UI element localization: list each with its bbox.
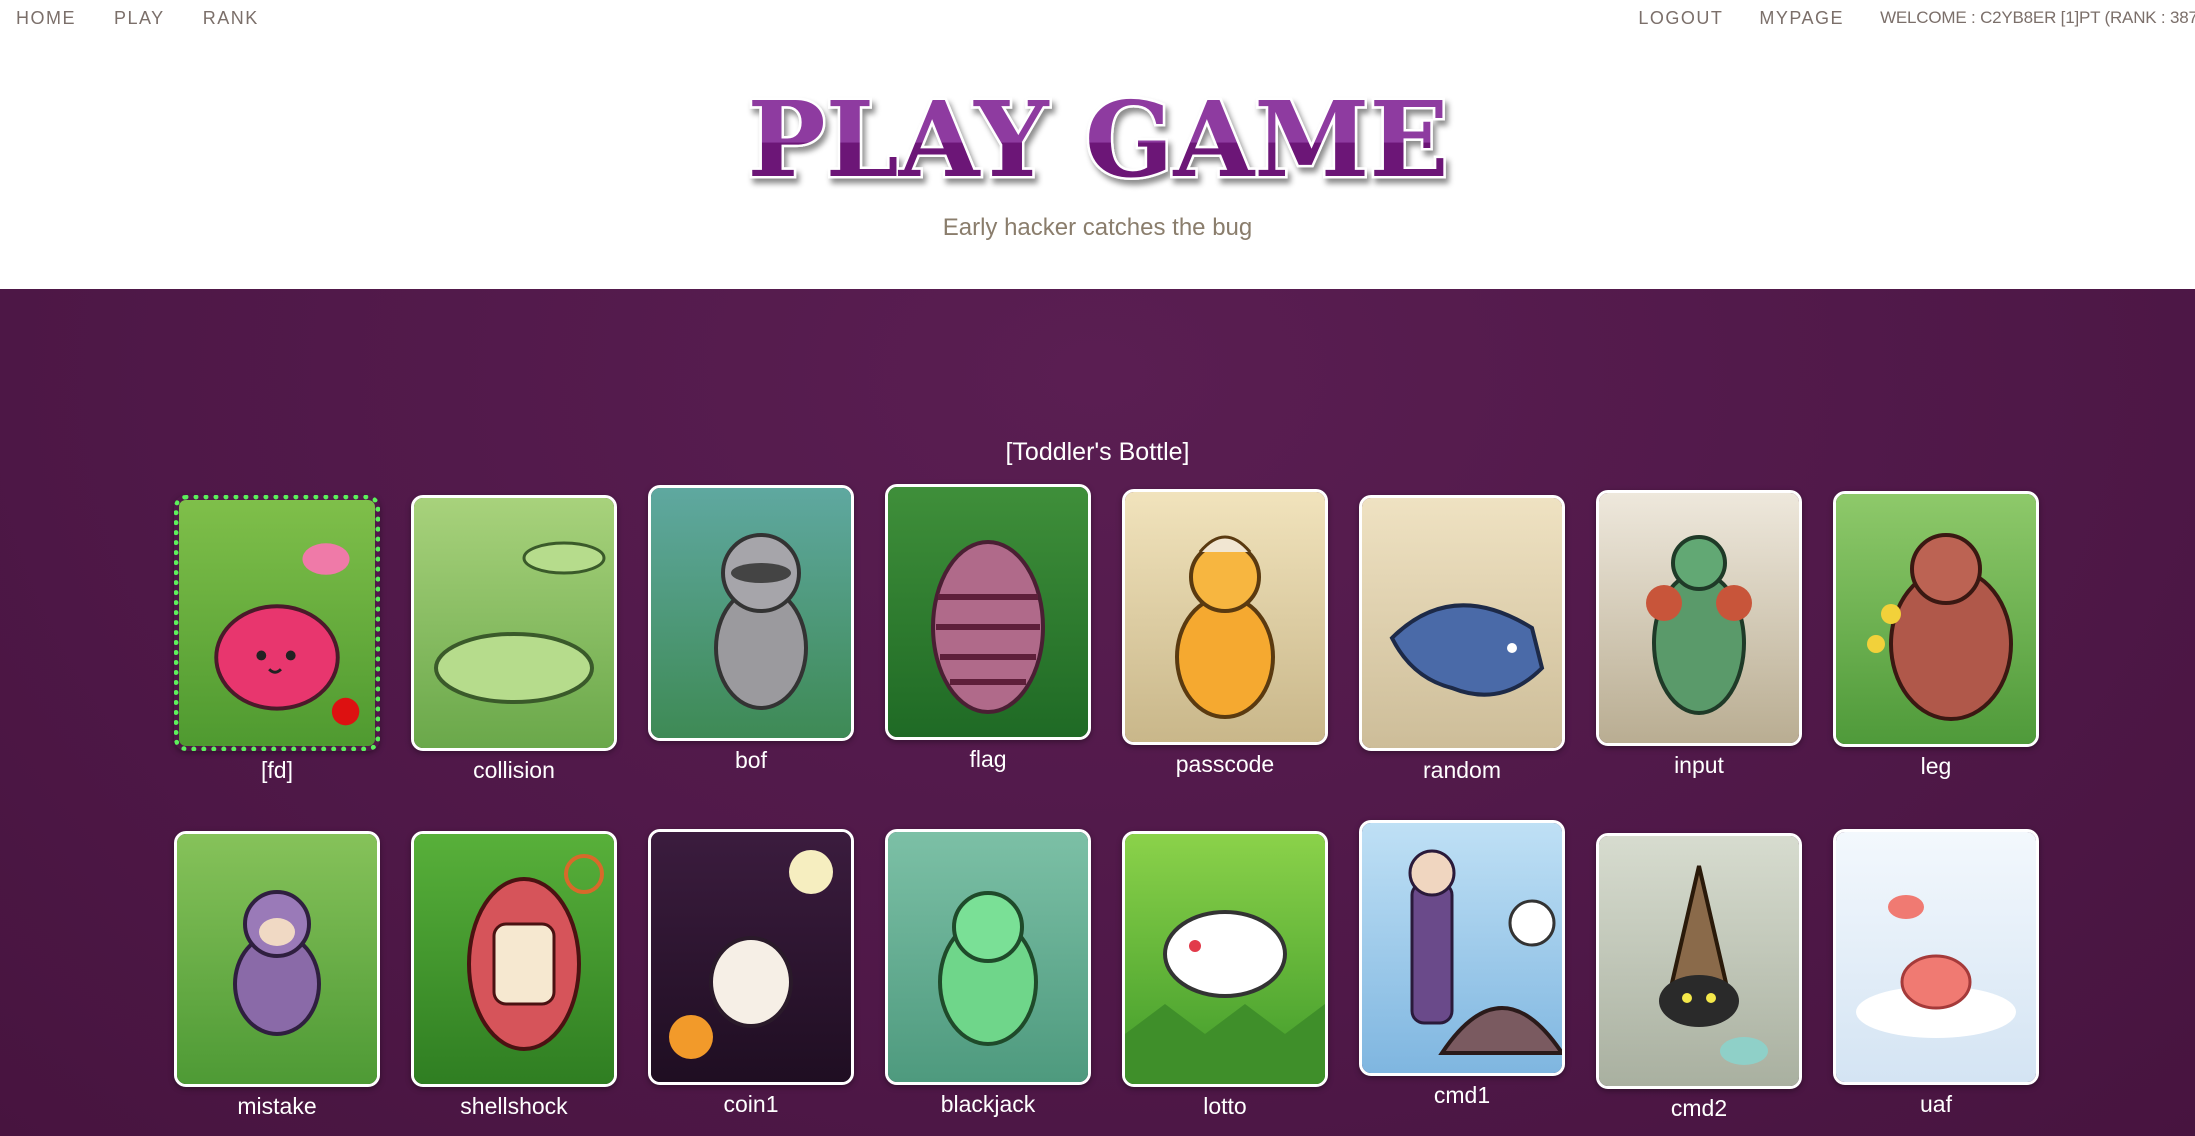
challenge-card[interactable]: coin1 bbox=[648, 829, 854, 1118]
challenge-label[interactable]: collision bbox=[411, 757, 617, 784]
challenge-label[interactable]: cmd1 bbox=[1359, 1082, 1565, 1109]
challenge-card[interactable]: collision bbox=[411, 495, 617, 784]
cloud-slime-icon[interactable] bbox=[1833, 829, 2039, 1085]
challenge-label[interactable]: leg bbox=[1833, 753, 2039, 780]
tagline: Early hacker catches the bug bbox=[942, 214, 1253, 241]
challenge-card[interactable]: cmd2 bbox=[1596, 833, 1802, 1122]
challenge-label[interactable]: lotto bbox=[1122, 1093, 1328, 1120]
nav-left-group: HOME PLAY RANK bbox=[16, 0, 297, 36]
welcome-status: WELCOME : C2YB8ER [1]PT (RANK : 3874 bbox=[1880, 8, 2195, 27]
challenge-card[interactable]: leg bbox=[1833, 491, 2039, 780]
challenge-label[interactable]: mistake bbox=[174, 1093, 380, 1120]
section-title: [Toddler's Bottle] bbox=[1005, 438, 1190, 466]
nav-play-link[interactable]: PLAY bbox=[114, 8, 165, 29]
nav-logout-link[interactable]: LOGOUT bbox=[1638, 8, 1723, 29]
challenge-card[interactable]: mistake bbox=[174, 831, 380, 1120]
challenge-card[interactable]: input bbox=[1596, 490, 1802, 779]
chick-icon[interactable] bbox=[1122, 489, 1328, 745]
challenge-card[interactable]: lotto bbox=[1122, 831, 1328, 1120]
challenge-label[interactable]: shellshock bbox=[411, 1093, 617, 1120]
challenge-card[interactable]: shellshock bbox=[411, 831, 617, 1120]
challenge-label[interactable]: uaf bbox=[1833, 1091, 2039, 1118]
challenge-card[interactable]: flag bbox=[885, 484, 1091, 773]
top-navigation: HOME PLAY RANK LOGOUT MYPAGE WELCOME : C… bbox=[0, 0, 2195, 36]
page-header: PLAY GAME Early hacker catches the bug bbox=[0, 36, 2195, 289]
challenge-card[interactable]: bof bbox=[648, 485, 854, 774]
challenge-card[interactable]: cmd1 bbox=[1359, 820, 1565, 1109]
challenge-label[interactable]: cmd2 bbox=[1596, 1095, 1802, 1122]
raccoon-icon[interactable] bbox=[648, 485, 854, 741]
play-game-logo: PLAY GAME bbox=[0, 84, 2195, 194]
frog-icon[interactable] bbox=[885, 829, 1091, 1085]
nav-right-group: LOGOUT MYPAGE WELCOME : C2YB8ER [1]PT (R… bbox=[1638, 0, 2195, 36]
nav-home-link[interactable]: HOME bbox=[16, 8, 76, 29]
monkey-icon[interactable] bbox=[174, 831, 380, 1087]
challenge-label[interactable]: passcode bbox=[1122, 751, 1328, 778]
ghost-icon[interactable] bbox=[648, 829, 854, 1085]
striped-egg-icon[interactable] bbox=[885, 484, 1091, 740]
challenge-card[interactable]: [fd] bbox=[174, 495, 380, 784]
bear-icon[interactable] bbox=[1833, 491, 2039, 747]
challenge-label[interactable]: coin1 bbox=[648, 1091, 854, 1118]
logo-text: PLAY GAME bbox=[747, 84, 1448, 194]
challenge-label[interactable]: random bbox=[1359, 757, 1565, 784]
challenge-label[interactable]: blackjack bbox=[885, 1091, 1091, 1118]
logo-graphic: PLAY GAME bbox=[744, 84, 1450, 194]
rabbit-icon[interactable] bbox=[1122, 831, 1328, 1087]
cricket-boxer-icon[interactable] bbox=[1596, 490, 1802, 746]
pink-blob-icon[interactable] bbox=[174, 495, 380, 751]
challenge-label[interactable]: flag bbox=[885, 746, 1091, 773]
caterpillar-icon[interactable] bbox=[411, 495, 617, 751]
wolf-icon[interactable] bbox=[1359, 495, 1565, 751]
challenge-card[interactable]: blackjack bbox=[885, 829, 1091, 1118]
challenge-label[interactable]: [fd] bbox=[174, 757, 380, 784]
challenge-card[interactable]: random bbox=[1359, 495, 1565, 784]
plant-monster-icon[interactable] bbox=[411, 831, 617, 1087]
nav-mypage-link[interactable]: MYPAGE bbox=[1759, 8, 1844, 29]
challenge-label[interactable]: input bbox=[1596, 752, 1802, 779]
challenge-card[interactable]: passcode bbox=[1122, 489, 1328, 778]
nav-rank-link[interactable]: RANK bbox=[203, 8, 259, 29]
hermit-crab-icon[interactable] bbox=[1596, 833, 1802, 1089]
challenge-card[interactable]: uaf bbox=[1833, 829, 2039, 1118]
girl-clam-icon[interactable] bbox=[1359, 820, 1565, 1076]
challenge-label[interactable]: bof bbox=[648, 747, 854, 774]
challenge-panel: [Toddler's Bottle] [fd] collision bof flag p… bbox=[0, 289, 2195, 1136]
